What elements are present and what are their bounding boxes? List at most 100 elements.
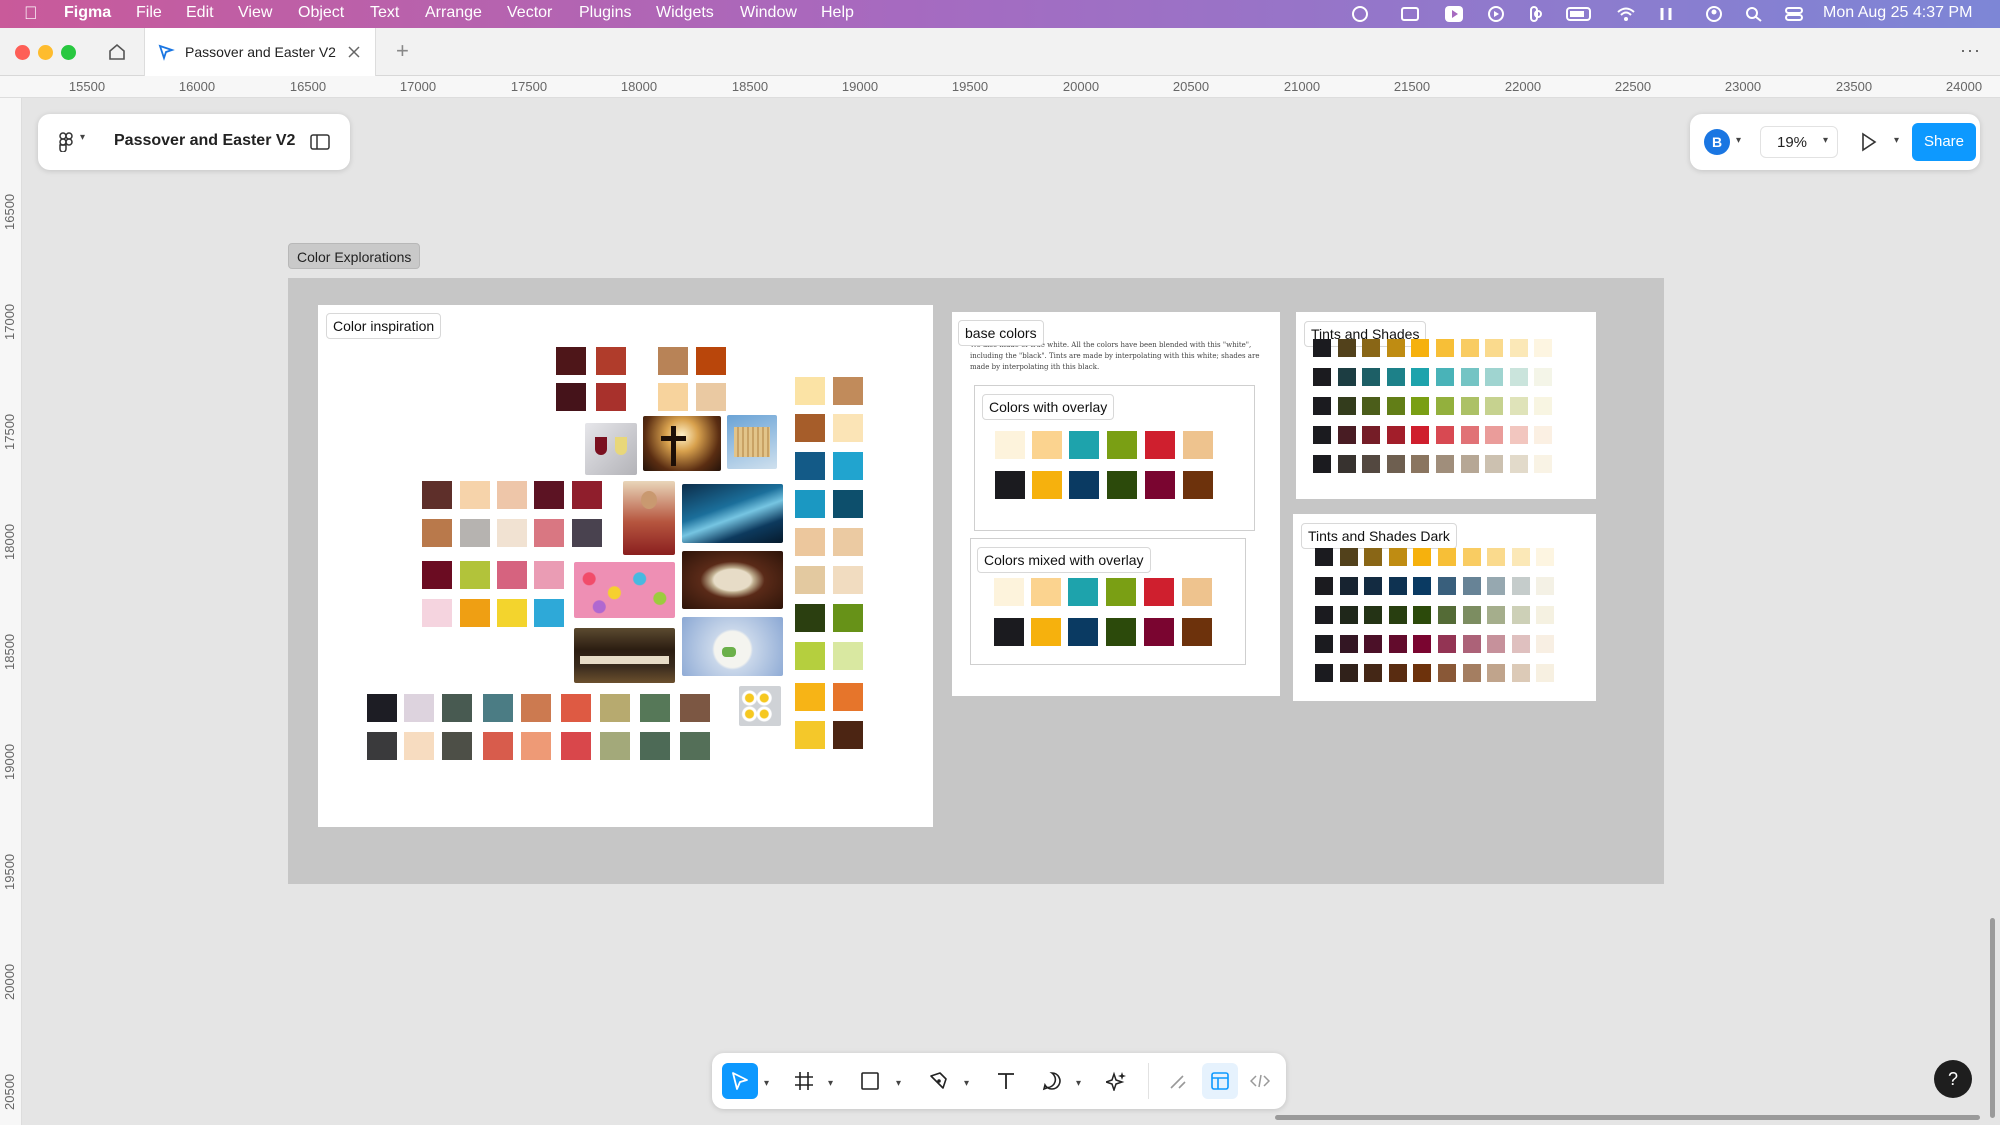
tint-swatch[interactable] bbox=[1386, 455, 1405, 473]
tint-swatch[interactable] bbox=[1487, 635, 1506, 653]
tint-swatch[interactable] bbox=[1337, 455, 1356, 473]
color-swatch[interactable] bbox=[994, 578, 1024, 606]
figma-menu-icon[interactable] bbox=[58, 132, 74, 152]
tint-swatch[interactable] bbox=[1388, 577, 1407, 595]
tint-swatch[interactable] bbox=[1413, 577, 1432, 595]
tint-swatch[interactable] bbox=[1413, 548, 1432, 566]
tint-swatch[interactable] bbox=[1536, 664, 1555, 682]
text-tool[interactable] bbox=[988, 1063, 1024, 1099]
color-swatch[interactable] bbox=[1145, 431, 1175, 459]
creative-cloud-icon[interactable] bbox=[1350, 5, 1370, 23]
tint-swatch[interactable] bbox=[1511, 635, 1530, 653]
cross-sunset-image[interactable] bbox=[643, 416, 721, 471]
menu-text[interactable]: Text bbox=[370, 4, 399, 22]
close-tab-icon[interactable] bbox=[347, 45, 361, 59]
tint-swatch[interactable] bbox=[1362, 397, 1381, 415]
tint-swatch[interactable] bbox=[1462, 606, 1481, 624]
tint-swatch[interactable] bbox=[1362, 339, 1381, 357]
color-swatch[interactable] bbox=[1106, 618, 1136, 646]
menu-arrange[interactable]: Arrange bbox=[425, 4, 482, 22]
tint-swatch[interactable] bbox=[1362, 368, 1381, 386]
menu-plugins[interactable]: Plugins bbox=[579, 4, 631, 22]
tint-swatch[interactable] bbox=[1339, 606, 1358, 624]
tint-swatch[interactable] bbox=[1436, 397, 1454, 415]
chevron-down-icon[interactable]: ▾ bbox=[1736, 135, 1741, 146]
tint-swatch[interactable] bbox=[1487, 606, 1506, 624]
tint-swatch[interactable] bbox=[1313, 339, 1331, 357]
color-swatch[interactable] bbox=[640, 732, 670, 760]
color-swatch[interactable] bbox=[497, 519, 527, 547]
tint-swatch[interactable] bbox=[1436, 368, 1454, 386]
color-swatch[interactable] bbox=[640, 694, 670, 722]
color-swatch[interactable] bbox=[680, 694, 710, 722]
comment-tool[interactable] bbox=[1034, 1063, 1070, 1099]
zoom-window-button[interactable] bbox=[61, 45, 76, 60]
color-swatch[interactable] bbox=[483, 732, 513, 760]
tint-swatch[interactable] bbox=[1534, 339, 1553, 357]
menu-help[interactable]: Help bbox=[821, 4, 854, 22]
tint-swatch[interactable] bbox=[1438, 606, 1456, 624]
airpods-icon[interactable] bbox=[1656, 5, 1676, 23]
more-options-button[interactable]: ··· bbox=[1960, 40, 1981, 61]
tint-swatch[interactable] bbox=[1339, 548, 1358, 566]
tint-swatch[interactable] bbox=[1413, 635, 1432, 653]
tint-swatch[interactable] bbox=[1339, 577, 1358, 595]
color-swatch[interactable] bbox=[795, 452, 825, 480]
share-button[interactable]: Share bbox=[1912, 123, 1976, 161]
color-swatch[interactable] bbox=[460, 561, 490, 589]
color-swatch[interactable] bbox=[995, 471, 1025, 499]
color-swatch[interactable] bbox=[497, 561, 527, 589]
color-swatch[interactable] bbox=[460, 481, 490, 509]
chevron-down-icon[interactable]: ▾ bbox=[896, 1078, 901, 1089]
tint-swatch[interactable] bbox=[1511, 548, 1530, 566]
color-swatch[interactable] bbox=[596, 347, 626, 375]
last-supper-image[interactable] bbox=[574, 628, 675, 683]
tint-swatch[interactable] bbox=[1315, 635, 1333, 653]
section-label[interactable]: Color Explorations bbox=[288, 243, 421, 269]
control-center-icon[interactable] bbox=[1784, 5, 1804, 23]
color-swatch[interactable] bbox=[521, 694, 551, 722]
tint-swatch[interactable] bbox=[1511, 577, 1530, 595]
tint-swatch[interactable] bbox=[1411, 397, 1430, 415]
tint-swatch[interactable] bbox=[1509, 426, 1528, 444]
pen-tool[interactable] bbox=[920, 1063, 956, 1099]
tint-swatch[interactable] bbox=[1487, 664, 1506, 682]
window-icon[interactable] bbox=[1400, 5, 1420, 23]
color-swatch[interactable] bbox=[422, 599, 452, 627]
tint-swatch[interactable] bbox=[1534, 397, 1553, 415]
horizontal-scrollbar[interactable] bbox=[1275, 1115, 1980, 1120]
color-swatch[interactable] bbox=[833, 377, 863, 405]
tint-swatch[interactable] bbox=[1460, 455, 1479, 473]
tint-swatch[interactable] bbox=[1509, 397, 1528, 415]
tint-swatch[interactable] bbox=[1364, 635, 1383, 653]
tint-swatch[interactable] bbox=[1485, 368, 1504, 386]
spotlight-search-icon[interactable] bbox=[1744, 5, 1764, 23]
color-swatch[interactable] bbox=[442, 694, 472, 722]
color-swatch[interactable] bbox=[795, 377, 825, 405]
tint-swatch[interactable] bbox=[1386, 339, 1405, 357]
tint-swatch[interactable] bbox=[1536, 548, 1555, 566]
color-swatch[interactable] bbox=[833, 642, 863, 670]
color-swatch[interactable] bbox=[833, 528, 863, 556]
tint-swatch[interactable] bbox=[1388, 606, 1407, 624]
home-icon[interactable] bbox=[107, 43, 127, 61]
tint-swatch[interactable] bbox=[1438, 548, 1456, 566]
tint-swatch[interactable] bbox=[1462, 664, 1481, 682]
color-swatch[interactable] bbox=[658, 347, 688, 375]
tint-swatch[interactable] bbox=[1534, 455, 1553, 473]
help-button[interactable]: ? bbox=[1934, 1060, 1972, 1098]
color-swatch[interactable] bbox=[556, 347, 586, 375]
color-swatch[interactable] bbox=[1107, 471, 1137, 499]
tint-swatch[interactable] bbox=[1339, 664, 1358, 682]
tint-swatch[interactable] bbox=[1462, 577, 1481, 595]
tint-swatch[interactable] bbox=[1509, 455, 1528, 473]
tint-swatch[interactable] bbox=[1536, 606, 1555, 624]
color-swatch[interactable] bbox=[497, 481, 527, 509]
color-swatch[interactable] bbox=[795, 414, 825, 442]
tint-swatch[interactable] bbox=[1536, 577, 1555, 595]
matzah-ball-soup-image[interactable] bbox=[682, 551, 783, 609]
menu-view[interactable]: View bbox=[238, 4, 272, 22]
chevron-down-icon[interactable]: ▾ bbox=[1894, 135, 1899, 146]
color-swatch[interactable] bbox=[561, 694, 591, 722]
wine-glasses-image[interactable] bbox=[585, 423, 637, 475]
